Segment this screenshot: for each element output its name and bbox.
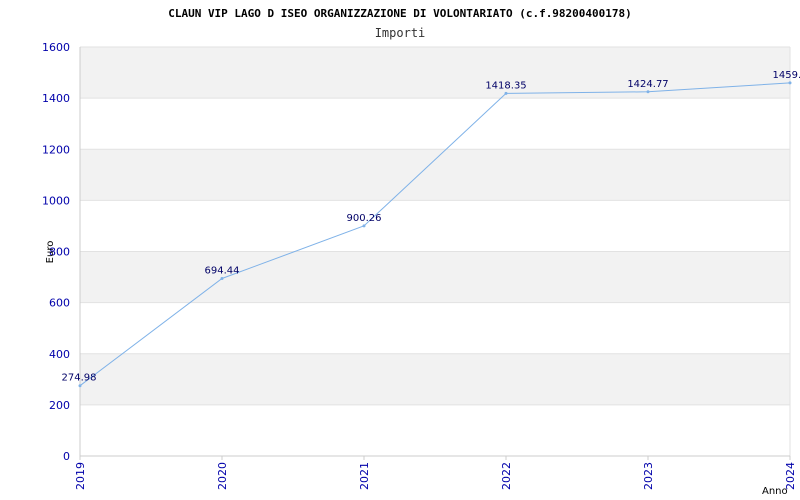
data-point [788,81,792,85]
line-chart: 02004006008001000120014001600 2019 2020 20… [42,7,800,497]
y-tick-label: 400 [49,348,70,361]
x-axis-label: Anno [762,486,788,497]
y-tick-label: 1000 [42,194,70,207]
data-label: 1424.77 [627,79,668,90]
x-tick-labels: 2019 2020 2021 2022 2023 2024 [74,456,797,490]
data-point [78,384,82,388]
y-tick-label: 600 [49,297,70,310]
chart-subtitle: Importi [375,26,426,40]
data-point [646,90,650,94]
data-point [220,276,224,280]
x-tick-label: 2022 [500,462,513,490]
data-label: 1418.35 [485,80,526,91]
x-tick-label: 2019 [74,462,87,490]
background-band [80,404,790,456]
background-band [80,98,790,150]
data-label: 1459.5 [773,70,800,81]
data-point [362,224,366,228]
chart-title: CLAUN VIP LAGO D ISEO ORGANIZZAZIONE DI … [168,7,632,20]
data-label: 900.26 [347,213,382,224]
x-tick-label: 2020 [216,462,229,490]
y-tick-label: 0 [63,450,70,463]
background-band [80,149,790,201]
background-band [80,302,790,354]
data-point [504,91,508,95]
background-band [80,353,790,405]
y-tick-label: 1400 [42,92,70,105]
data-label: 274.98 [62,373,97,384]
background-band [80,47,790,99]
x-tick-label: 2021 [358,462,371,490]
y-tick-label: 1200 [42,143,70,156]
x-tick-label: 2023 [642,462,655,490]
y-tick-label: 200 [49,399,70,412]
background-band [80,251,790,303]
data-label: 694.44 [205,265,240,276]
background-band [80,200,790,252]
y-tick-label: 1600 [42,41,70,54]
y-axis-label: Euro [45,241,56,264]
